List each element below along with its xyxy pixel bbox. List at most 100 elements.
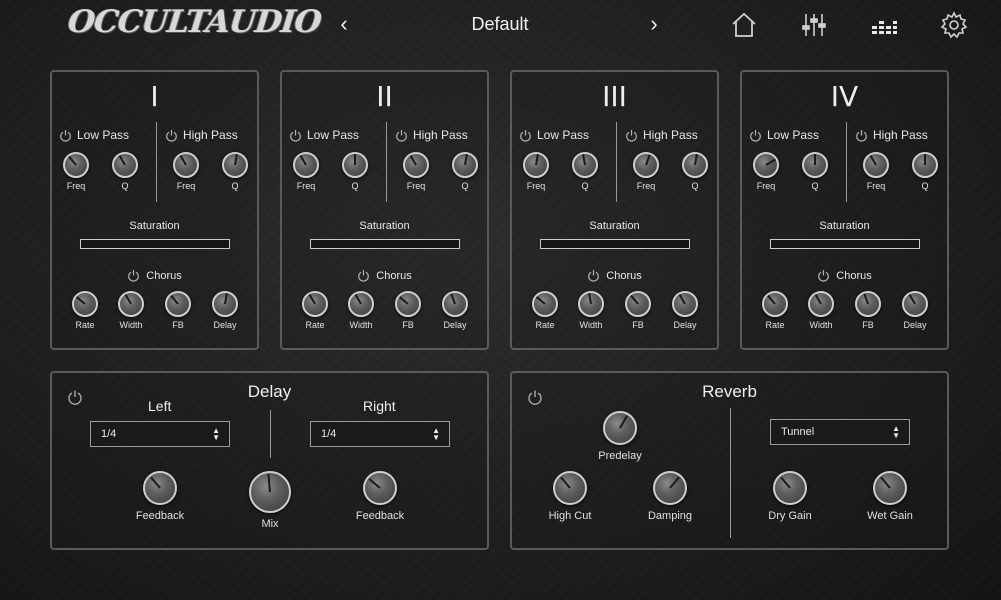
delay-right-feedback-knob-label: Feedback xyxy=(355,510,405,522)
high-pass-q-knob-dial[interactable] xyxy=(452,152,478,178)
low-pass-power-icon[interactable] xyxy=(59,129,72,142)
delay-right-select[interactable]: 1/4 ▲ ▼ xyxy=(310,421,450,447)
chorus-width-knob-dial[interactable] xyxy=(118,291,144,317)
chorus-power-icon[interactable] xyxy=(817,269,830,282)
chorus-delay-knob[interactable]: Delay xyxy=(427,291,483,330)
sliders-icon[interactable] xyxy=(800,11,828,39)
chorus-width-knob-dial[interactable] xyxy=(808,291,834,317)
low-pass-q-knob[interactable]: Q xyxy=(97,152,153,191)
reverb-high-cut-knob-dial[interactable] xyxy=(553,471,587,505)
reverb-dry-gain-knob-dial[interactable] xyxy=(773,471,807,505)
reverb-damping-knob[interactable]: Damping xyxy=(638,471,702,522)
chorus-rate-knob-dial[interactable] xyxy=(72,291,98,317)
high-pass-freq-knob[interactable]: Freq xyxy=(388,152,444,191)
saturation-slider[interactable] xyxy=(540,239,690,249)
high-pass-freq-knob-dial[interactable] xyxy=(633,152,659,178)
high-pass-q-knob[interactable]: Q xyxy=(667,152,723,191)
chorus-power-icon[interactable] xyxy=(357,269,370,282)
high-pass-q-knob-dial[interactable] xyxy=(682,152,708,178)
delay-mix-knob[interactable]: Mix xyxy=(234,471,306,530)
chorus-fb-knob-dial[interactable] xyxy=(625,291,651,317)
high-pass-q-knob-dial[interactable] xyxy=(222,152,248,178)
reverb-damping-knob-dial[interactable] xyxy=(653,471,687,505)
high-pass-freq-knob-dial[interactable] xyxy=(403,152,429,178)
low-pass-q-knob-dial[interactable] xyxy=(572,152,598,178)
chorus-delay-knob[interactable]: Delay xyxy=(197,291,253,330)
high-pass-freq-knob-dial[interactable] xyxy=(173,152,199,178)
high-pass-power-icon[interactable] xyxy=(625,129,638,142)
high-pass-power-icon[interactable] xyxy=(855,129,868,142)
high-pass-freq-knob[interactable]: Freq xyxy=(618,152,674,191)
low-pass-freq-knob-dial[interactable] xyxy=(293,152,319,178)
chevron-right-icon[interactable]: › xyxy=(642,10,666,38)
delay-right-feedback-knob[interactable]: Feedback xyxy=(348,471,412,522)
reverb-dry-gain-knob[interactable]: Dry Gain xyxy=(758,471,822,522)
high-pass-freq-knob-dial[interactable] xyxy=(863,152,889,178)
chorus-rate-knob-dial[interactable] xyxy=(762,291,788,317)
reverb-wet-gain-knob[interactable]: Wet Gain xyxy=(858,471,922,522)
low-pass-power-icon[interactable] xyxy=(749,129,762,142)
low-pass-q-knob[interactable]: Q xyxy=(557,152,613,191)
low-pass-q-knob-dial[interactable] xyxy=(342,152,368,178)
low-pass-freq-knob[interactable]: Freq xyxy=(278,152,334,191)
reverb-predelay-knob[interactable]: Predelay xyxy=(588,411,652,462)
chorus-delay-knob-dial[interactable] xyxy=(902,291,928,317)
low-pass-power-icon[interactable] xyxy=(289,129,302,142)
chorus-fb-knob-dial[interactable] xyxy=(165,291,191,317)
chorus-delay-knob-dial[interactable] xyxy=(672,291,698,317)
chevron-left-icon[interactable]: ‹ xyxy=(332,10,356,38)
low-pass-q-knob-dial[interactable] xyxy=(112,152,138,178)
low-pass-q-knob-dial[interactable] xyxy=(802,152,828,178)
low-pass-power-icon[interactable] xyxy=(519,129,532,142)
chorus-width-knob-dial[interactable] xyxy=(348,291,374,317)
delay-mix-knob-dial[interactable] xyxy=(249,471,291,513)
low-pass-freq-knob[interactable]: Freq xyxy=(508,152,564,191)
chorus-rate-knob-dial[interactable] xyxy=(532,291,558,317)
low-pass-q-knob-label: Q xyxy=(811,181,819,191)
delay-right-feedback-knob-dial[interactable] xyxy=(363,471,397,505)
chorus-delay-knob-dial[interactable] xyxy=(442,291,468,317)
low-pass-freq-knob[interactable]: Freq xyxy=(738,152,794,191)
low-pass-freq-knob-dial[interactable] xyxy=(753,152,779,178)
saturation-slider[interactable] xyxy=(80,239,230,249)
reverb-high-cut-knob[interactable]: High Cut xyxy=(538,471,602,522)
meter-bars-icon[interactable] xyxy=(870,11,898,39)
delay-left-select[interactable]: 1/4 ▲ ▼ xyxy=(90,421,230,447)
chorus-delay-knob-dial[interactable] xyxy=(212,291,238,317)
reverb-predelay-knob-dial[interactable] xyxy=(603,411,637,445)
delay-left-feedback-knob[interactable]: Feedback xyxy=(128,471,192,522)
low-pass-q-knob[interactable]: Q xyxy=(327,152,383,191)
low-pass-q-knob-label: Q xyxy=(351,181,359,191)
chorus-delay-knob[interactable]: Delay xyxy=(887,291,943,330)
chorus-width-knob-dial[interactable] xyxy=(578,291,604,317)
chorus-fb-knob-dial[interactable] xyxy=(855,291,881,317)
high-pass-freq-knob[interactable]: Freq xyxy=(158,152,214,191)
reverb-type-select[interactable]: Tunnel ▲ ▼ xyxy=(770,419,910,445)
low-pass-q-knob[interactable]: Q xyxy=(787,152,843,191)
chorus-power-icon[interactable] xyxy=(587,269,600,282)
high-pass-freq-knob[interactable]: Freq xyxy=(848,152,904,191)
high-pass-q-knob[interactable]: Q xyxy=(437,152,493,191)
high-pass-power-icon[interactable] xyxy=(165,129,178,142)
high-pass-q-knob[interactable]: Q xyxy=(897,152,953,191)
chorus-fb-knob-dial[interactable] xyxy=(395,291,421,317)
preset-name[interactable]: Default xyxy=(420,14,580,35)
high-pass-label: High Pass xyxy=(413,128,468,142)
home-icon[interactable] xyxy=(730,11,758,39)
reverb-wet-gain-knob-dial[interactable] xyxy=(873,471,907,505)
chorus-rate-knob-dial[interactable] xyxy=(302,291,328,317)
low-pass-freq-knob-dial[interactable] xyxy=(523,152,549,178)
saturation-slider[interactable] xyxy=(310,239,460,249)
delay-left-feedback-knob-dial[interactable] xyxy=(143,471,177,505)
chorus-delay-knob[interactable]: Delay xyxy=(657,291,713,330)
knob-indicator xyxy=(354,293,362,305)
high-pass-q-knob-dial[interactable] xyxy=(912,152,938,178)
low-pass-freq-knob[interactable]: Freq xyxy=(48,152,104,191)
gear-icon[interactable] xyxy=(940,11,968,39)
low-pass-freq-knob-dial[interactable] xyxy=(63,152,89,178)
high-pass-q-knob[interactable]: Q xyxy=(207,152,263,191)
saturation-slider[interactable] xyxy=(770,239,920,249)
knob-indicator xyxy=(450,293,456,305)
chorus-power-icon[interactable] xyxy=(127,269,140,282)
high-pass-power-icon[interactable] xyxy=(395,129,408,142)
